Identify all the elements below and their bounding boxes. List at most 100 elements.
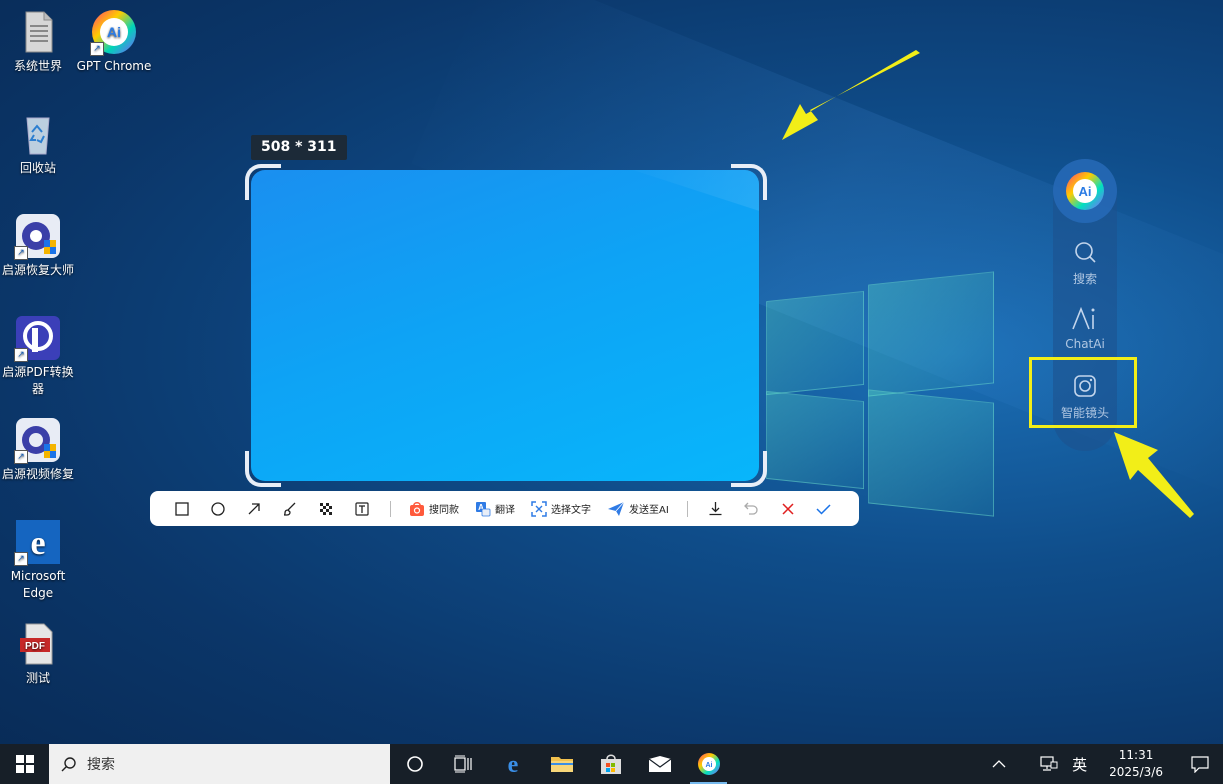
selection-area[interactable] <box>251 170 759 481</box>
desktop-icon-recycle-bin[interactable]: 回收站 <box>0 110 76 177</box>
download-button[interactable] <box>698 491 734 526</box>
confirm-button[interactable] <box>806 491 842 526</box>
side-chatai-button[interactable]: ChatAi <box>1053 305 1117 351</box>
desktop-icon-label: Microsoft Edge <box>10 569 66 600</box>
resize-handle-top-left[interactable] <box>245 164 281 200</box>
annotation-arrow-icon <box>1114 432 1194 518</box>
taskbar-store[interactable] <box>586 744 635 784</box>
text-select-icon <box>531 500 547 517</box>
annotation-arrow-icon <box>782 50 920 140</box>
translate-label: 翻译 <box>495 505 515 516</box>
svg-text:Ai: Ai <box>107 24 121 40</box>
action-center-button[interactable] <box>1177 744 1223 784</box>
svg-text:e: e <box>507 752 518 776</box>
desktop-icon-label: 系统世界 <box>13 59 62 73</box>
cancel-button[interactable] <box>770 491 806 526</box>
square-icon <box>175 501 189 516</box>
toolbar-divider <box>686 500 688 517</box>
tray-network-button[interactable] <box>1020 744 1064 784</box>
desktop-icon-microsoft-edge[interactable]: e ↗ Microsoft Edge <box>0 518 76 602</box>
shopping-bag-icon <box>410 501 424 516</box>
desktop-icon-test-pdf[interactable]: PDF 测试 <box>0 620 76 687</box>
task-view-button[interactable] <box>439 744 488 784</box>
qiyuan-video-repair-icon: ↗ <box>14 416 62 464</box>
ai-logo-icon: Ai <box>1066 172 1104 210</box>
download-icon <box>709 502 722 516</box>
pdf-file-icon: PDF <box>14 620 62 668</box>
desktop-icon-qiyuan-video-repair[interactable]: ↗ 启源视频修复 <box>0 416 76 483</box>
selection-size-label: 508 * 311 <box>251 135 347 160</box>
translate-icon: A <box>476 501 491 516</box>
select-text-button[interactable]: 选择文字 <box>523 491 599 526</box>
windows-logo-icon <box>15 755 34 773</box>
taskbar-mail[interactable] <box>635 744 684 784</box>
svg-text:Ai: Ai <box>1079 184 1092 199</box>
svg-text:e: e <box>30 525 45 562</box>
recycle-bin-icon <box>14 110 62 158</box>
taskbar-search-placeholder: 搜索 <box>87 757 115 773</box>
tray-clock[interactable]: 11:31 2025/3/6 <box>1095 744 1177 784</box>
desktop-icon-label: 启源恢复大师 <box>1 263 74 277</box>
shortcut-arrow-icon: ↗ <box>14 348 28 362</box>
ai-icon <box>1072 307 1095 330</box>
task-view-icon <box>453 755 472 773</box>
mosaic-icon <box>320 502 332 515</box>
ai-app-icon: Ai <box>697 753 720 775</box>
search-same-label: 搜同款 <box>429 505 459 516</box>
tray-overflow-button[interactable] <box>978 744 1020 784</box>
desktop-icon-label: GPT Chrome <box>76 59 152 73</box>
taskbar: 搜索 e Ai 英 11:31 2025/3/6 <box>0 744 1223 784</box>
close-icon <box>782 502 794 515</box>
clock-time: 11:31 <box>1118 748 1154 762</box>
cortana-circle-icon <box>406 756 423 772</box>
taskbar-ai-app[interactable]: Ai <box>684 744 733 784</box>
brush-tool-button[interactable] <box>272 491 308 526</box>
clock-date: 2025/3/6 <box>1109 765 1163 779</box>
desktop-icon-qiyuan-recovery[interactable]: ↗ 启源恢复大师 <box>0 212 76 279</box>
ellipse-tool-button[interactable] <box>200 491 236 526</box>
shortcut-arrow-icon: ↗ <box>14 246 28 260</box>
desktop-icon-gpt-chrome[interactable]: Ai ↗ GPT Chrome <box>76 8 152 75</box>
taskbar-edge[interactable]: e <box>488 744 537 784</box>
undo-button[interactable] <box>734 491 770 526</box>
cortana-button[interactable] <box>390 744 439 784</box>
shortcut-arrow-icon: ↗ <box>14 450 28 464</box>
wallpaper-logo-pane <box>766 290 864 396</box>
shortcut-arrow-icon: ↗ <box>90 42 104 56</box>
notification-icon <box>1191 756 1209 773</box>
taskbar-search-box[interactable]: 搜索 <box>49 744 390 784</box>
select-text-label: 选择文字 <box>551 505 591 516</box>
ai-logo-button[interactable]: Ai <box>1053 159 1117 223</box>
send-to-ai-button[interactable]: 发送至AI <box>599 491 677 526</box>
toolbar-divider <box>390 500 391 517</box>
side-search-button[interactable]: 搜索 <box>1053 238 1117 287</box>
edge-icon: e <box>507 752 518 776</box>
desktop-icon-label: 启源视频修复 <box>1 467 74 481</box>
search-same-button[interactable]: 搜同款 <box>401 491 467 526</box>
gpt-chrome-icon: Ai ↗ <box>90 8 138 56</box>
desktop-icon-label: 测试 <box>25 671 50 685</box>
wallpaper-logo-pane <box>766 390 864 490</box>
edge-icon: e ↗ <box>14 518 62 566</box>
resize-handle-top-right[interactable] <box>731 164 767 200</box>
rectangle-tool-button[interactable] <box>164 491 200 526</box>
screenshot-toolbar: 搜同款 A 翻译 选择文字 发送至AI <box>150 491 859 526</box>
network-icon <box>1040 756 1058 771</box>
mosaic-tool-button[interactable] <box>308 491 344 526</box>
text-tool-button[interactable] <box>344 491 380 526</box>
undo-icon <box>744 502 758 515</box>
brush-icon <box>283 502 296 516</box>
desktop-icon-system-world[interactable]: 系统世界 <box>0 8 76 75</box>
arrow-tool-button[interactable] <box>236 491 272 526</box>
start-button[interactable] <box>0 744 49 784</box>
tray-ime-button[interactable]: 英 <box>1064 744 1095 784</box>
desktop-icon-qiyuan-pdf[interactable]: ↗ 启源PDF转换器 <box>0 314 76 398</box>
resize-handle-bottom-right[interactable] <box>731 451 767 487</box>
wallpaper-logo-pane <box>868 271 994 397</box>
taskbar-file-explorer[interactable] <box>537 744 586 784</box>
store-bag-icon <box>600 754 621 774</box>
translate-button[interactable]: A 翻译 <box>467 491 523 526</box>
mail-icon <box>648 756 671 772</box>
qiyuan-pdf-icon: ↗ <box>14 314 62 362</box>
resize-handle-bottom-left[interactable] <box>245 451 281 487</box>
